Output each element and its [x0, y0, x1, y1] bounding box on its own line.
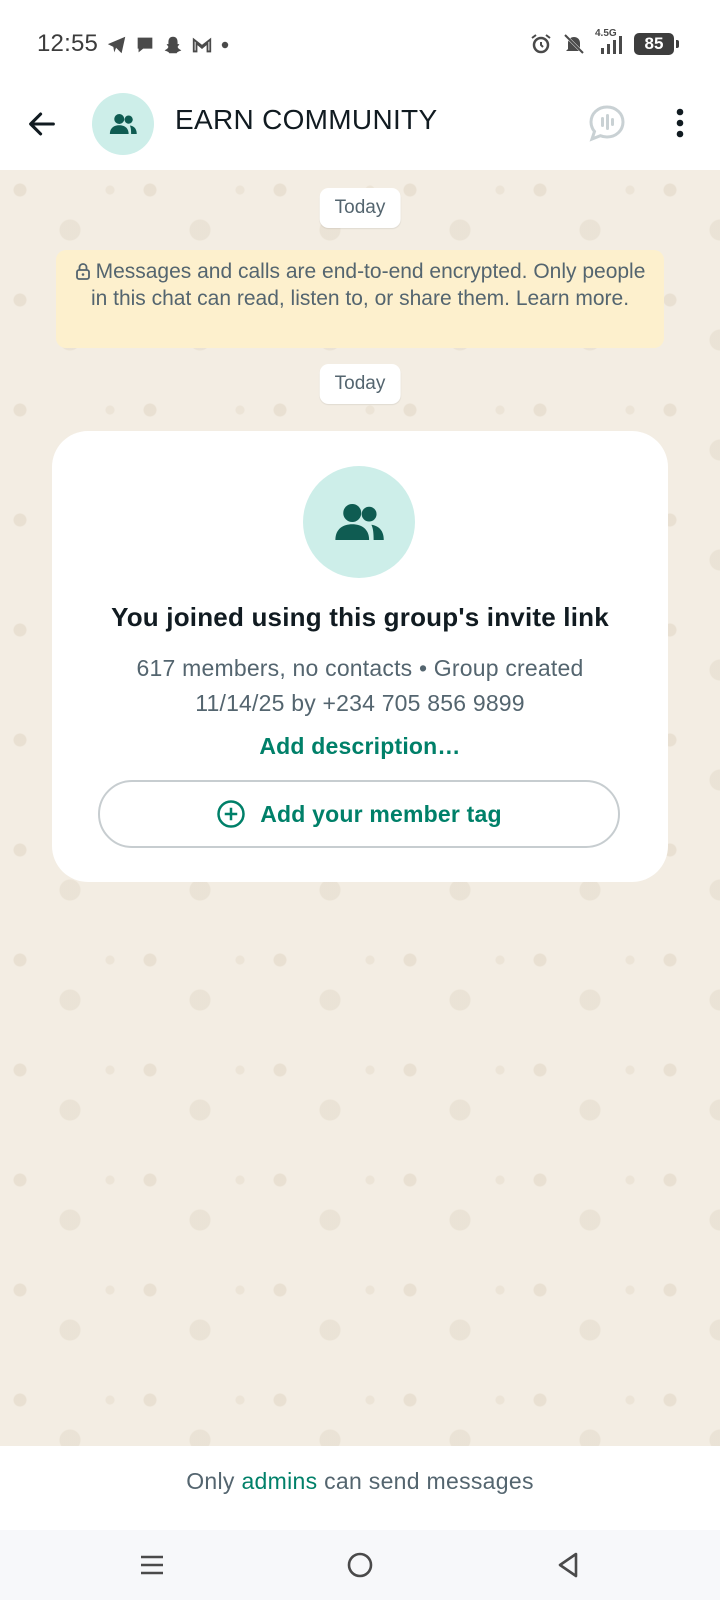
- group-info-line: 11/14/25 by +234 705 856 9899: [195, 690, 525, 716]
- encryption-notice[interactable]: Messages and calls are end-to-end encryp…: [56, 250, 664, 348]
- mute-icon: [563, 33, 585, 55]
- gmail-icon: [192, 37, 212, 53]
- date-chip: Today: [319, 188, 401, 228]
- admins-link[interactable]: admins: [241, 1468, 317, 1494]
- joined-message-title: You joined using this group's invite lin…: [111, 602, 609, 632]
- recents-button[interactable]: [132, 1546, 172, 1584]
- home-icon: [347, 1552, 373, 1578]
- voice-chat-button[interactable]: [586, 102, 628, 144]
- recents-icon: [141, 1555, 163, 1575]
- group-icon: [109, 114, 137, 134]
- chat-area[interactable]: Today Messages and calls are end-to-end …: [0, 170, 720, 1446]
- group-title[interactable]: EARN COMMUNITY: [175, 104, 437, 136]
- chat-header: EARN COMMUNITY: [0, 88, 720, 170]
- add-description-link[interactable]: Add description…: [52, 733, 668, 760]
- more-vert-icon: [676, 108, 684, 138]
- add-member-tag-button[interactable]: Add your member tag: [98, 780, 620, 848]
- chat-bubble-icon: [137, 37, 153, 53]
- battery-indicator: 85: [634, 33, 679, 55]
- notice-prefix: Only: [186, 1468, 235, 1494]
- status-bar: 12:55 4.5G 85: [0, 0, 720, 88]
- back-icon: [558, 1552, 578, 1578]
- system-nav-bar: [0, 1530, 720, 1600]
- group-avatar[interactable]: [92, 93, 154, 155]
- encryption-notice-text: Messages and calls are end-to-end encryp…: [90, 260, 646, 310]
- add-circle-icon: [217, 800, 245, 828]
- voice-chat-icon: [589, 105, 625, 142]
- alarm-icon: [531, 34, 551, 54]
- status-right-icons: 4.5G 85: [529, 28, 679, 56]
- dot-icon: [221, 41, 229, 49]
- back-button[interactable]: [22, 104, 62, 144]
- nav-back-button[interactable]: [548, 1546, 588, 1584]
- group-info-text: 617 members, no contacts • Group created…: [92, 651, 628, 721]
- battery-level: 85: [644, 34, 664, 53]
- notice-suffix: can send messages: [324, 1468, 534, 1494]
- add-member-tag-label: Add your member tag: [260, 800, 502, 827]
- arrow-left-icon: [29, 112, 55, 136]
- lock-icon: [75, 263, 90, 280]
- home-button[interactable]: [340, 1546, 380, 1584]
- telegram-icon: [107, 36, 126, 54]
- group-info-line: 617 members, no contacts • Group created: [136, 655, 584, 681]
- status-left-icons: [106, 34, 230, 56]
- status-time: 12:55: [37, 30, 99, 57]
- more-options-button[interactable]: [662, 102, 698, 144]
- group-avatar-large[interactable]: [303, 466, 415, 578]
- snapchat-icon: [164, 36, 182, 54]
- admins-only-notice: Only admins can send messages: [0, 1446, 720, 1530]
- screen: 12:55 4.5G 85 EARN COMMUNITY Today Messa…: [0, 0, 720, 1600]
- date-chip: Today: [319, 364, 401, 404]
- group-info-card: You joined using this group's invite lin…: [52, 431, 668, 882]
- signal-icon: 4.5G: [595, 28, 625, 56]
- group-icon: [335, 504, 384, 540]
